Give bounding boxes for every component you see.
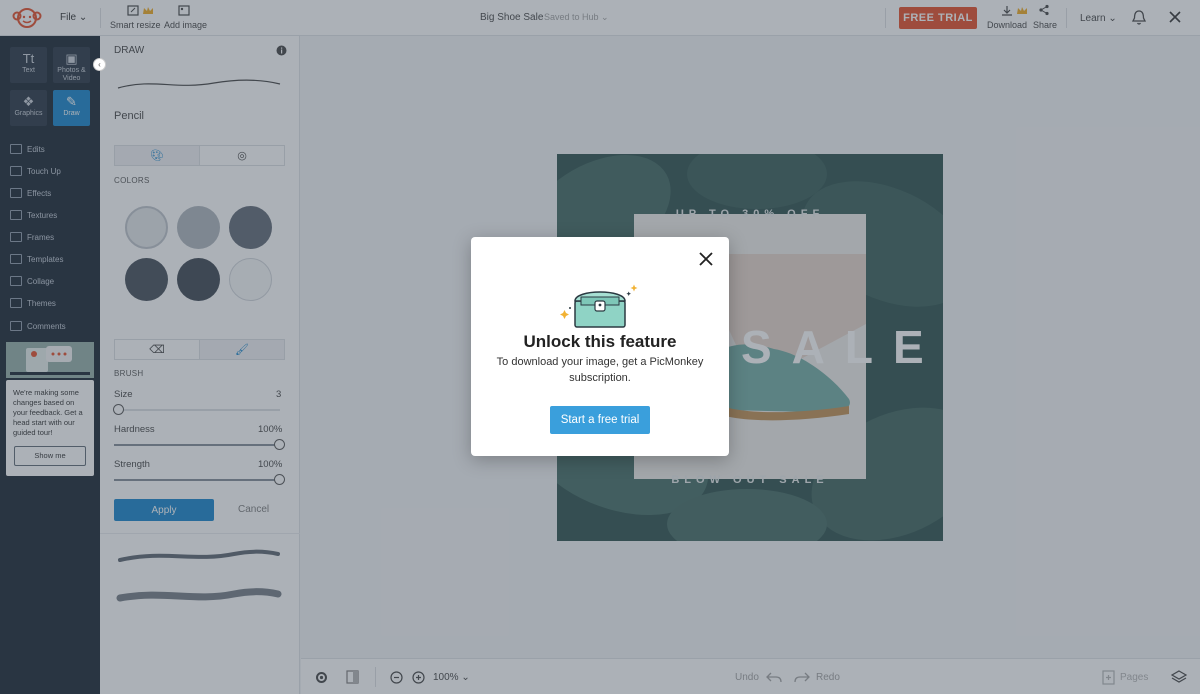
close-icon[interactable] [698, 251, 714, 267]
collapse-panel-button[interactable]: ‹ [93, 58, 106, 71]
modal-title: Unlock this feature [523, 332, 677, 351]
chevron-left-icon: ‹ [98, 60, 101, 69]
treasure-chest-icon [560, 284, 638, 328]
modal-body: To download your image, get a PicMonkey … [496, 356, 704, 384]
start-free-trial-button[interactable]: Start a free trial [550, 406, 650, 434]
unlock-feature-modal: Unlock this feature To download your ima… [471, 237, 729, 456]
